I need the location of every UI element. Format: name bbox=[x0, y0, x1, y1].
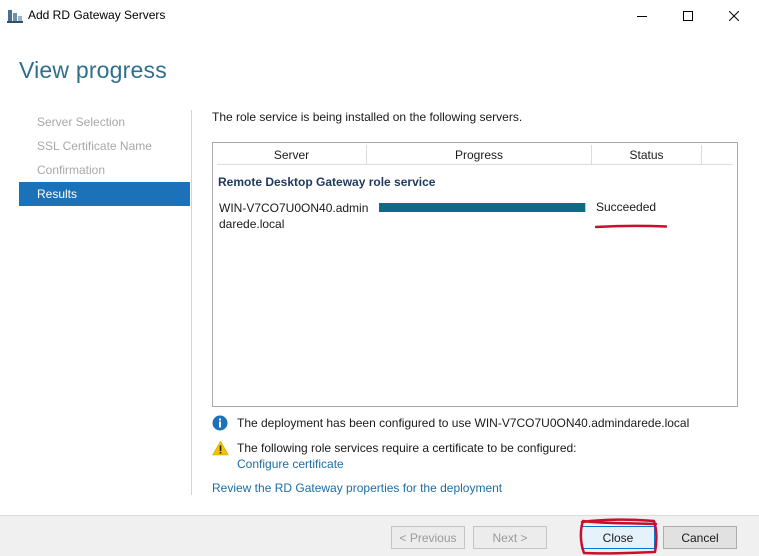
group-label: Remote Desktop Gateway role service bbox=[218, 175, 436, 189]
warning-icon bbox=[212, 440, 229, 456]
nav-item-server-selection: Server Selection bbox=[37, 115, 126, 129]
footer: < Previous Next > Close Cancel bbox=[0, 515, 759, 556]
info-message: The deployment has been configured to us… bbox=[212, 415, 732, 433]
maximize-icon bbox=[683, 10, 693, 21]
column-header-blank bbox=[702, 145, 733, 165]
warning-text: The following role services require a ce… bbox=[237, 441, 577, 455]
progress-grid: Server Progress Status Remote Desktop Ga… bbox=[212, 142, 738, 407]
nav-item-confirmation: Confirmation bbox=[37, 163, 106, 177]
nav-item-ssl-certificate-name: SSL Certificate Name bbox=[37, 139, 152, 153]
nav-divider bbox=[191, 110, 192, 495]
server-manager-icon bbox=[7, 8, 23, 23]
close-icon bbox=[729, 10, 739, 21]
nav-item-results[interactable]: Results bbox=[19, 182, 190, 206]
title-bar: Add RD Gateway Servers bbox=[0, 0, 759, 31]
configure-certificate-link[interactable]: Configure certificate bbox=[237, 457, 344, 471]
close-button[interactable]: Close bbox=[581, 526, 655, 549]
previous-button[interactable]: < Previous bbox=[391, 526, 465, 549]
window-close-button[interactable] bbox=[711, 0, 757, 31]
server-name: WIN-V7CO7U0ON40.admindarede.local bbox=[219, 201, 369, 231]
progress-bar bbox=[379, 203, 586, 212]
info-icon bbox=[212, 415, 229, 431]
window-title: Add RD Gateway Servers bbox=[28, 8, 166, 22]
review-properties-link[interactable]: Review the RD Gateway properties for the… bbox=[212, 481, 502, 495]
column-header-server[interactable]: Server bbox=[217, 145, 367, 165]
maximize-button[interactable] bbox=[665, 0, 711, 31]
wizard-nav: Server Selection SSL Certificate Name Co… bbox=[19, 110, 190, 206]
minimize-icon bbox=[637, 11, 647, 21]
annotation-underline bbox=[594, 218, 668, 229]
status-text: Succeeded bbox=[596, 200, 657, 214]
column-header-progress[interactable]: Progress bbox=[367, 145, 592, 165]
intro-text: The role service is being installed on t… bbox=[212, 110, 523, 124]
page-title: View progress bbox=[19, 57, 167, 83]
column-header-status[interactable]: Status bbox=[592, 145, 702, 165]
next-button[interactable]: Next > bbox=[473, 526, 547, 549]
cancel-button[interactable]: Cancel bbox=[663, 526, 737, 549]
warning-message: The following role services require a ce… bbox=[212, 440, 732, 472]
progress-bar-fill bbox=[379, 203, 585, 212]
info-text: The deployment has been configured to us… bbox=[237, 416, 690, 430]
minimize-button[interactable] bbox=[619, 0, 665, 31]
grid-header: Server Progress Status bbox=[217, 145, 733, 165]
